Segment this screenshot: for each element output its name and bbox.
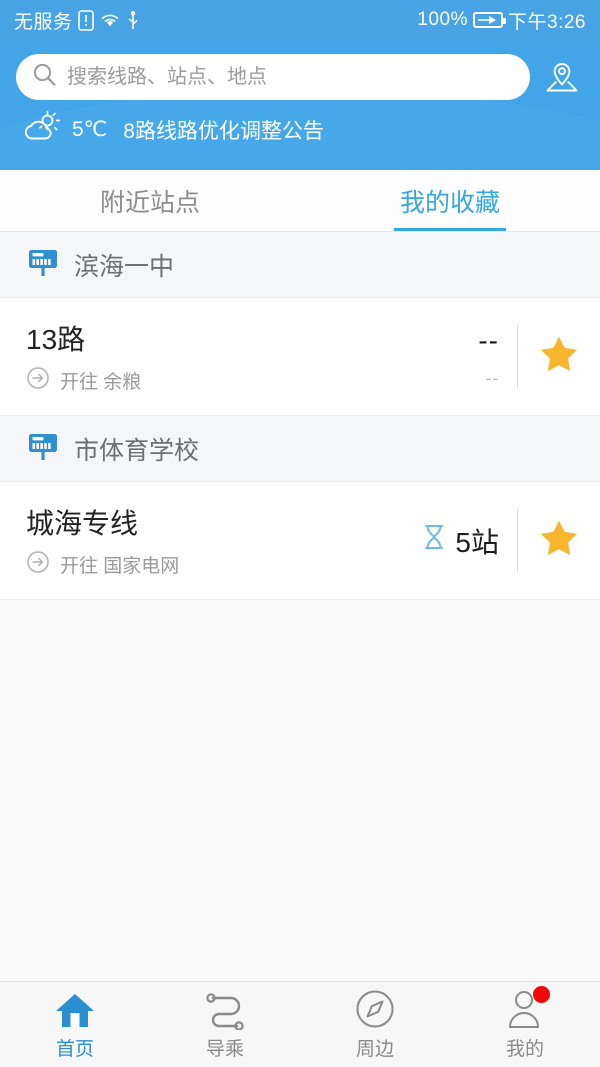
nav-item-guide-label: 导乘 — [205, 1039, 244, 1060]
table-row[interactable]: 城海专线 开往 国家电网 5站 — [0, 482, 600, 600]
tab-my-favorites-label: 我的收藏 — [399, 188, 500, 217]
status-bar-right: 100% 下午3:26 — [417, 7, 586, 34]
route-main: 城海专线 开往 国家电网 — [26, 502, 397, 579]
nav-item-guide[interactable]: 导乘 — [150, 988, 300, 1061]
station-name: 滨海一中 — [74, 252, 175, 281]
route-eta-value: 5站 — [455, 526, 499, 558]
star-filled-icon — [538, 333, 580, 380]
nav-item-mine-label: 我的 — [505, 1039, 544, 1060]
route-name: 13路 — [26, 324, 86, 355]
bus-stop-sign-icon — [26, 429, 60, 468]
status-bar: 无服务 100% 下午3:26 — [0, 0, 600, 40]
station-name: 市体育学校 — [74, 436, 200, 465]
nav-item-home-label: 首页 — [55, 1039, 94, 1060]
search-input[interactable] — [67, 65, 514, 89]
person-icon — [504, 986, 550, 1030]
star-filled-icon — [538, 517, 580, 564]
route-direction: 开往 余粮 — [26, 366, 397, 395]
tab-bar: 附近站点 我的收藏 — [0, 170, 600, 232]
route-path-icon — [201, 988, 249, 1030]
route-eta: -- -- — [397, 325, 517, 389]
weather-row[interactable]: 5℃ 8路线路优化调整公告 — [0, 100, 600, 149]
arrow-right-circle-icon — [26, 550, 50, 579]
compass-icon — [354, 988, 396, 1030]
notification-badge — [533, 986, 550, 1003]
route-eta-top: 5站 — [421, 521, 499, 561]
tab-nearby-stops[interactable]: 附近站点 — [0, 170, 300, 231]
route-direction: 开往 国家电网 — [26, 550, 397, 579]
search-icon — [32, 62, 57, 92]
table-row[interactable]: 13路 开往 余粮 -- -- — [0, 298, 600, 416]
clock-label: 下午3:26 — [508, 11, 586, 33]
app-header: 5℃ 8路线路优化调整公告 — [0, 40, 600, 170]
search-row — [0, 40, 600, 100]
nav-item-nearby-label: 周边 — [355, 1039, 394, 1060]
sun-cloud-icon — [22, 110, 62, 149]
hourglass-icon — [421, 523, 447, 558]
tab-nearby-stops-label: 附近站点 — [99, 188, 200, 217]
app-root: 无服务 100% 下午3:26 搜索线路、站点、地点 5℃ 8路线路优化调整公告… — [0, 0, 600, 1067]
station-group-header[interactable]: 滨海一中 — [0, 232, 600, 298]
favorites-list: 滨海一中 13路 开往 余粮 -- -- 市体育学校 城海专线 开往 国家电网 … — [0, 232, 600, 981]
favorite-toggle[interactable] — [518, 333, 600, 380]
bus-stop-sign-icon — [26, 245, 60, 284]
announcement-text[interactable]: 8路线路优化调整公告 — [123, 115, 324, 145]
nav-item-home[interactable]: 首页 — [0, 988, 150, 1061]
route-main: 13路 开往 余粮 — [26, 318, 397, 395]
route-name: 城海专线 — [26, 508, 139, 539]
carrier-label: 无服务 — [14, 11, 73, 33]
status-bar-left: 无服务 — [14, 7, 140, 34]
map-pin-icon[interactable] — [540, 55, 584, 99]
battery-charging-icon — [473, 12, 507, 28]
station-group-header[interactable]: 市体育学校 — [0, 416, 600, 482]
route-eta: 5站 — [397, 521, 517, 561]
nav-item-nearby[interactable]: 周边 — [300, 988, 450, 1061]
bottom-navigation: 首页 导乘 周边 我的 — [0, 981, 600, 1067]
home-icon — [53, 988, 97, 1030]
usb-icon — [126, 10, 140, 30]
nav-item-mine[interactable]: 我的 — [450, 986, 600, 1061]
tab-my-favorites[interactable]: 我的收藏 — [300, 170, 600, 231]
route-eta-value: -- — [478, 324, 499, 356]
arrow-right-circle-icon — [26, 366, 50, 395]
route-direction-label: 开往 国家电网 — [60, 556, 180, 577]
favorite-toggle[interactable] — [518, 517, 600, 564]
route-eta-sub: -- — [485, 368, 499, 388]
wifi-icon — [99, 11, 121, 29]
weather-temperature: 5℃ — [72, 118, 108, 141]
route-direction-label: 开往 余粮 — [60, 372, 142, 393]
battery-percent-label: 100% — [417, 9, 469, 30]
sim-alert-icon — [77, 9, 94, 31]
search-box[interactable] — [16, 54, 530, 100]
